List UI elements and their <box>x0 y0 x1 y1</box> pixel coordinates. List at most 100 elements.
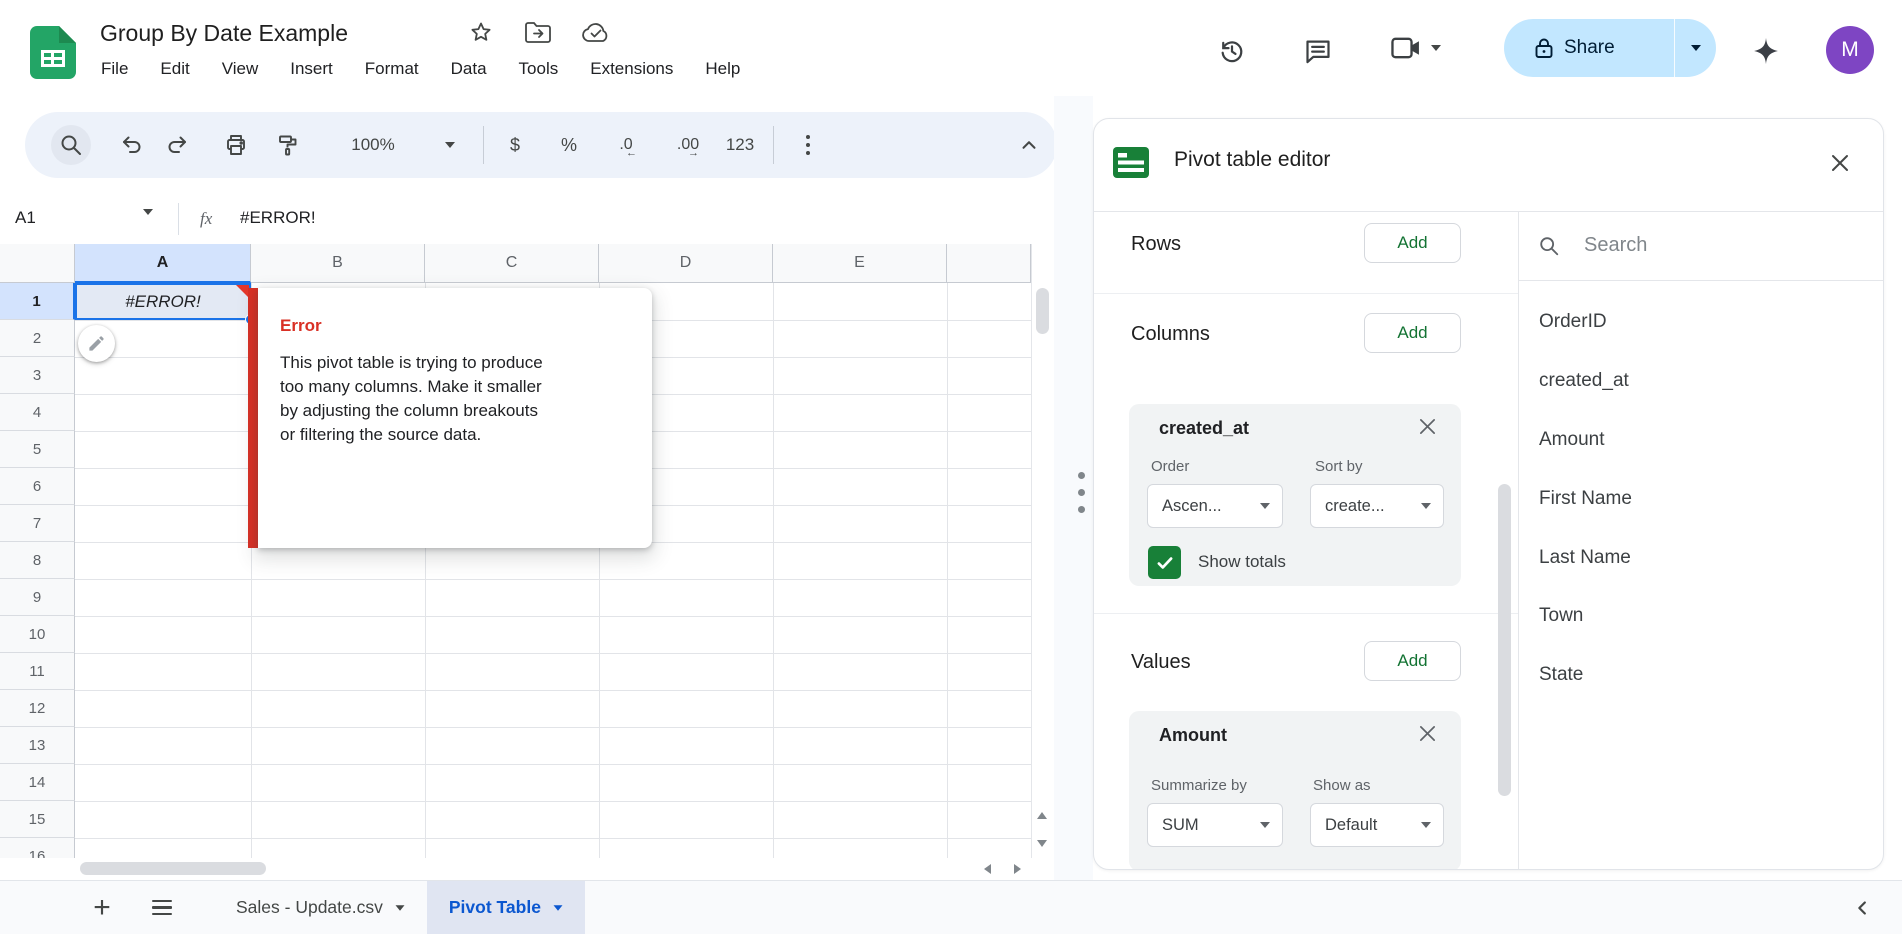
collapse-toolbar-icon[interactable] <box>1009 125 1049 165</box>
row-header-9[interactable]: 9 <box>0 579 75 616</box>
menu-data[interactable]: Data <box>442 55 496 83</box>
column-header-c[interactable]: C <box>425 244 599 283</box>
field-item-state[interactable]: State <box>1518 646 1884 705</box>
field-item-amount[interactable]: Amount <box>1518 411 1884 470</box>
increase-decimal-button[interactable]: .00 → <box>668 125 708 165</box>
undo-icon[interactable] <box>112 125 152 165</box>
panel-scrollbar-thumb[interactable] <box>1498 484 1511 796</box>
add-columns-button[interactable]: Add <box>1364 313 1461 353</box>
column-header-a[interactable]: A <box>75 244 251 283</box>
column-header-e[interactable]: E <box>773 244 947 283</box>
cell-a1[interactable]: #ERROR! <box>75 283 251 320</box>
panel-resize-handle[interactable] <box>1078 472 1085 513</box>
document-title[interactable]: Group By Date Example <box>100 20 348 47</box>
column-header-partial[interactable] <box>947 244 1031 283</box>
menu-insert[interactable]: Insert <box>281 55 342 83</box>
horizontal-scrollbar-thumb[interactable] <box>80 862 266 875</box>
row-header-14[interactable]: 14 <box>0 764 75 801</box>
field-item-orderid[interactable]: OrderID <box>1518 293 1884 352</box>
row-header-5[interactable]: 5 <box>0 431 75 468</box>
order-dropdown[interactable]: Ascen... <box>1147 484 1283 528</box>
number-format-button[interactable]: 123 <box>720 125 760 165</box>
menu-tools[interactable]: Tools <box>510 55 568 83</box>
row-header-15[interactable]: 15 <box>0 801 75 838</box>
select-all-corner[interactable] <box>0 244 75 283</box>
vertical-scrollbar[interactable] <box>1031 244 1053 858</box>
show-side-panel-icon[interactable] <box>1852 897 1874 919</box>
row-header-7[interactable]: 7 <box>0 505 75 542</box>
sort-by-dropdown[interactable]: create... <box>1310 484 1444 528</box>
sheet-tab-dropdown-icon[interactable] <box>395 905 404 910</box>
row-header-16[interactable]: 16 <box>0 838 75 858</box>
summarize-by-dropdown[interactable]: SUM <box>1147 803 1283 847</box>
print-icon[interactable] <box>216 125 256 165</box>
add-rows-button[interactable]: Add <box>1364 223 1461 263</box>
name-box-dropdown-icon[interactable] <box>143 215 153 233</box>
row-header-8[interactable]: 8 <box>0 542 75 579</box>
column-header-d[interactable]: D <box>599 244 773 283</box>
all-sheets-menu-icon[interactable] <box>152 900 172 916</box>
row-header-6[interactable]: 6 <box>0 468 75 505</box>
cell-reference-box[interactable]: A1 <box>15 208 36 228</box>
move-to-folder-icon[interactable] <box>523 18 553 48</box>
edit-pencil-button[interactable] <box>78 325 115 362</box>
add-values-button[interactable]: Add <box>1364 641 1461 681</box>
search-menus-icon[interactable] <box>51 125 91 165</box>
add-sheet-button[interactable]: + <box>86 892 118 924</box>
row-header-11[interactable]: 11 <box>0 653 75 690</box>
spreadsheet-grid[interactable]: ABCDE 12345678910111213141516 #ERROR! Er… <box>0 244 1031 858</box>
version-history-icon[interactable] <box>1212 31 1252 71</box>
row-header-10[interactable]: 10 <box>0 616 75 653</box>
field-item-last-name[interactable]: Last Name <box>1518 528 1884 587</box>
comments-icon[interactable] <box>1298 31 1338 71</box>
field-item-town[interactable]: Town <box>1518 587 1884 646</box>
percent-format-button[interactable]: % <box>549 125 589 165</box>
formula-bar-value[interactable]: #ERROR! <box>240 208 316 228</box>
row-header-1[interactable]: 1 <box>0 283 75 320</box>
sheets-logo-icon[interactable] <box>30 26 76 79</box>
show-totals-checkbox[interactable] <box>1148 546 1181 579</box>
sheet-tab-dropdown-icon[interactable] <box>553 905 562 910</box>
menu-help[interactable]: Help <box>696 55 749 83</box>
menu-edit[interactable]: Edit <box>151 55 198 83</box>
currency-format-button[interactable]: $ <box>495 125 535 165</box>
videocam-dropdown-icon[interactable] <box>1431 45 1441 51</box>
scroll-right-arrow[interactable] <box>1014 864 1021 874</box>
zoom-dropdown-icon[interactable] <box>438 125 462 165</box>
remove-columns-field-icon[interactable] <box>1418 417 1437 436</box>
row-header-12[interactable]: 12 <box>0 690 75 727</box>
menu-view[interactable]: View <box>213 55 268 83</box>
menu-extensions[interactable]: Extensions <box>581 55 682 83</box>
row-header-2[interactable]: 2 <box>0 320 75 357</box>
share-dropdown[interactable] <box>1674 19 1716 77</box>
menu-format[interactable]: Format <box>356 55 428 83</box>
field-search-input[interactable] <box>1582 233 1826 258</box>
column-header-b[interactable]: B <box>251 244 425 283</box>
scroll-down-arrow[interactable] <box>1037 840 1047 847</box>
zoom-select[interactable]: 100% <box>338 125 408 165</box>
gemini-sparkle-icon[interactable] <box>1746 31 1786 71</box>
show-as-dropdown[interactable]: Default <box>1310 803 1444 847</box>
row-header-3[interactable]: 3 <box>0 357 75 394</box>
menu-file[interactable]: File <box>92 55 137 83</box>
star-icon[interactable] <box>466 17 496 47</box>
account-avatar[interactable]: M <box>1826 26 1874 74</box>
sheet-tab-pivot-table[interactable]: Pivot Table <box>427 881 585 934</box>
redo-icon[interactable] <box>157 125 197 165</box>
share-button[interactable]: Share <box>1504 19 1716 77</box>
more-toolbar-options-icon[interactable] <box>788 125 828 165</box>
remove-values-field-icon[interactable] <box>1418 724 1437 743</box>
sheet-tab-sales-update-csv[interactable]: Sales - Update.csv <box>214 881 427 934</box>
scroll-left-arrow[interactable] <box>984 864 991 874</box>
scroll-up-arrow[interactable] <box>1037 812 1047 819</box>
close-panel-icon[interactable] <box>1822 145 1858 181</box>
vertical-scrollbar-thumb[interactable] <box>1036 288 1049 334</box>
cloud-saved-icon[interactable] <box>580 18 612 48</box>
column-headers[interactable]: ABCDE <box>75 244 1031 283</box>
decrease-decimal-button[interactable]: .0 ← <box>606 125 646 165</box>
meet-videocam-button[interactable] <box>1390 33 1441 63</box>
row-header-13[interactable]: 13 <box>0 727 75 764</box>
row-header-4[interactable]: 4 <box>0 394 75 431</box>
row-headers[interactable]: 12345678910111213141516 <box>0 283 75 858</box>
field-item-first-name[interactable]: First Name <box>1518 469 1884 528</box>
